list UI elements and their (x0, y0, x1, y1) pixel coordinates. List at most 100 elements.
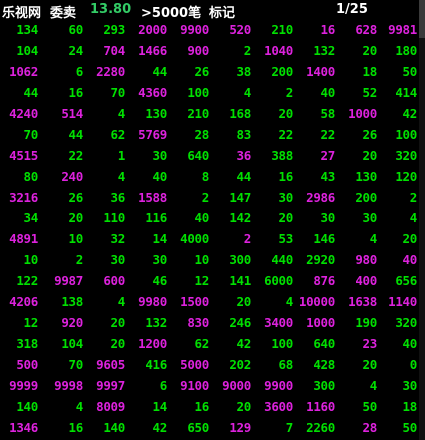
order-volume-cell: 44 (23, 84, 39, 100)
order-volume-cell: 142 (229, 210, 251, 226)
order-volume-cell: 140 (103, 419, 125, 435)
order-volume-cell: 50 (362, 398, 378, 414)
order-volume-cell: 9998 (54, 377, 83, 393)
order-volume-cell: 416 (145, 357, 167, 372)
order-volume-cell: 1400 (306, 63, 335, 79)
order-volume-cell: 2 (75, 252, 84, 268)
order-volume-cell: 168 (229, 105, 251, 121)
order-volume-cell: 5000 (180, 357, 209, 372)
order-volume-cell: 2 (285, 84, 294, 100)
order-volume-cell: 23 (362, 336, 378, 352)
order-volume-cell: 141 (229, 273, 251, 289)
order-volume-cell: 16 (320, 22, 336, 37)
order-queue-grid: 134 60 293 2000 9900 520 210 16 628 9981 104 24 704 1… (0, 20, 419, 439)
order-volume-cell: 300 (229, 252, 251, 268)
order-volume-cell: 10 (194, 252, 210, 268)
order-volume-cell: 8009 (96, 398, 125, 414)
order-row: 4515 22 1 30 640 36 388 27 20 320 (0, 146, 419, 167)
order-volume-cell: 30 (362, 210, 378, 226)
order-volume-cell: 4891 (9, 231, 38, 247)
order-volume-cell: 40 (194, 210, 210, 226)
vertical-scrollbar[interactable] (419, 0, 425, 440)
order-volume-cell: 18 (362, 63, 378, 79)
order-volume-cell: 36 (236, 147, 252, 163)
order-volume-cell: 428 (313, 357, 335, 372)
order-volume-cell: 44 (152, 63, 168, 79)
order-volume-cell: 18 (402, 398, 418, 414)
order-volume-cell: 20 (362, 42, 378, 58)
order-volume-cell: 980 (355, 252, 377, 268)
volume-filter-label[interactable]: >5000笔 (141, 2, 201, 21)
order-volume-cell: 14 (152, 398, 168, 414)
order-volume-cell: 10 (23, 252, 39, 268)
order-volume-cell: 50 (402, 63, 418, 79)
order-volume-cell: 240 (61, 168, 83, 184)
order-volume-cell: 3400 (264, 315, 293, 331)
order-volume-cell: 5769 (138, 126, 167, 142)
order-volume-cell: 2 (243, 42, 252, 58)
order-volume-cell: 20 (110, 315, 126, 331)
order-volume-cell: 129 (229, 419, 251, 435)
order-volume-cell: 36 (110, 189, 126, 205)
order-volume-cell: 20 (362, 147, 378, 163)
order-volume-cell: 20 (278, 210, 294, 226)
order-volume-cell: 640 (187, 147, 209, 163)
order-volume-cell: 134 (16, 22, 38, 37)
order-volume-cell: 12 (23, 315, 39, 331)
order-volume-cell: 22 (320, 126, 336, 142)
order-volume-cell: 20 (278, 105, 294, 121)
order-volume-cell: 246 (229, 315, 251, 331)
order-volume-cell: 1062 (9, 63, 38, 79)
order-volume-cell: 9980 (138, 294, 167, 310)
order-volume-cell: 20 (402, 231, 418, 247)
order-volume-cell: 180 (395, 42, 417, 58)
mark-button[interactable]: 标记 (209, 2, 235, 21)
order-volume-cell: 16 (194, 398, 210, 414)
order-volume-cell: 50 (402, 419, 418, 435)
order-volume-cell: 132 (313, 42, 335, 58)
order-volume-cell: 190 (355, 315, 377, 331)
order-volume-cell: 320 (395, 315, 417, 331)
order-volume-cell: 202 (229, 357, 251, 372)
order-volume-cell: 2280 (96, 63, 125, 79)
order-volume-cell: 30 (278, 189, 294, 205)
order-volume-cell: 80 (23, 168, 39, 184)
order-volume-cell: 628 (355, 22, 377, 37)
order-volume-cell: 920 (61, 315, 83, 331)
order-row: 4240 514 4 130 210 168 20 58 1000 42 (0, 104, 419, 125)
order-volume-cell: 4 (117, 105, 126, 121)
order-row: 1346 16 140 42 650 129 7 2260 28 50 (0, 418, 419, 439)
order-volume-cell: 58 (320, 105, 336, 121)
order-volume-cell: 1466 (138, 42, 167, 58)
scroll-thumb[interactable] (419, 0, 425, 38)
order-volume-cell: 2986 (306, 189, 335, 205)
order-row: 12 920 20 132 830 246 3400 1000 190 320 (0, 313, 419, 334)
order-volume-cell: 10000 (298, 294, 335, 310)
page-indicator: 1/25 (336, 2, 368, 17)
order-volume-cell: 1500 (180, 294, 209, 310)
order-volume-cell: 83 (236, 126, 252, 142)
order-volume-cell: 62 (110, 126, 126, 142)
order-volume-cell: 293 (103, 22, 125, 37)
order-volume-cell: 138 (61, 294, 83, 310)
order-volume-cell: 514 (61, 105, 83, 121)
order-volume-cell: 876 (313, 273, 335, 289)
order-volume-cell: 42 (402, 105, 418, 121)
order-volume-cell: 3600 (264, 398, 293, 414)
order-volume-cell: 1638 (348, 294, 377, 310)
order-volume-cell: 4 (369, 231, 378, 247)
order-volume-cell: 20 (362, 357, 378, 372)
order-volume-cell: 830 (187, 315, 209, 331)
order-volume-cell: 100 (395, 126, 417, 142)
order-volume-cell: 70 (23, 126, 39, 142)
order-volume-cell: 22 (68, 147, 84, 163)
order-volume-cell: 116 (145, 210, 167, 226)
order-volume-cell: 4 (369, 377, 378, 393)
order-volume-cell: 52 (362, 84, 378, 100)
order-side-label[interactable]: 委卖 (50, 2, 76, 21)
order-volume-cell: 42 (152, 419, 168, 435)
order-volume-cell: 656 (395, 273, 417, 289)
order-volume-cell: 1000 (348, 105, 377, 121)
order-volume-cell: 3216 (9, 189, 38, 205)
order-volume-cell: 22 (278, 126, 294, 142)
